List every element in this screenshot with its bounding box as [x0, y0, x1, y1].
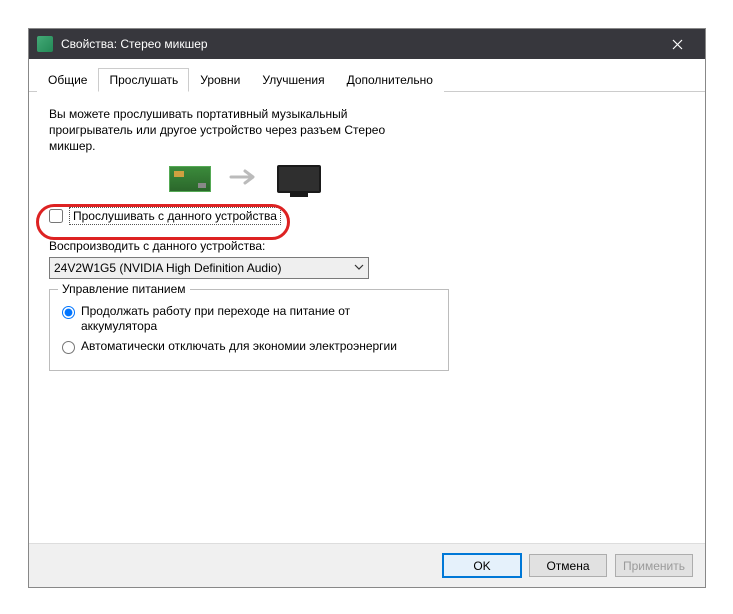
- listen-checkbox-row: Прослушивать с данного устройства: [49, 207, 685, 225]
- tab-strip: Общие Прослушать Уровни Улучшения Дополн…: [29, 59, 705, 92]
- power-radio-continue[interactable]: [62, 306, 75, 319]
- tab-advanced[interactable]: Дополнительно: [336, 68, 444, 92]
- window-title: Свойства: Стерео микшер: [61, 37, 657, 51]
- listen-description: Вы можете прослушивать портативный музык…: [49, 106, 429, 155]
- apply-button-label: Применить: [623, 559, 685, 573]
- sound-device-icon: [37, 36, 53, 52]
- tab-advanced-label: Дополнительно: [347, 73, 433, 87]
- close-icon: [672, 39, 683, 50]
- chevron-down-icon: [354, 261, 364, 275]
- tab-enhancements[interactable]: Улучшения: [251, 68, 335, 92]
- cancel-button[interactable]: Отмена: [529, 554, 607, 577]
- listen-checkbox[interactable]: [49, 209, 63, 223]
- titlebar: Свойства: Стерео микшер: [29, 29, 705, 59]
- tab-general-label: Общие: [48, 73, 87, 87]
- power-option-continue-row: Продолжать работу при переходе на питани…: [62, 304, 436, 335]
- tab-content: Вы можете прослушивать портативный музык…: [29, 92, 705, 385]
- tab-levels[interactable]: Уровни: [189, 68, 251, 92]
- apply-button[interactable]: Применить: [615, 554, 693, 577]
- tab-levels-label: Уровни: [200, 73, 240, 87]
- power-option-autooff-row: Автоматически отключать для экономии эле…: [62, 339, 436, 355]
- device-illustration: [49, 165, 685, 193]
- tab-general[interactable]: Общие: [37, 68, 98, 92]
- monitor-icon: [277, 165, 321, 193]
- cancel-button-label: Отмена: [546, 559, 589, 573]
- arrow-right-icon: [229, 167, 259, 190]
- sound-card-icon: [169, 166, 211, 192]
- play-through-label: Воспроизводить с данного устройства:: [49, 239, 685, 253]
- playback-device-dropdown[interactable]: 24V2W1G5 (NVIDIA High Definition Audio): [49, 257, 369, 279]
- ok-button[interactable]: OK: [443, 554, 521, 577]
- tab-listen[interactable]: Прослушать: [98, 68, 189, 92]
- power-radio-autooff-label[interactable]: Автоматически отключать для экономии эле…: [81, 339, 397, 355]
- tab-listen-label: Прослушать: [109, 73, 178, 87]
- tab-enhancements-label: Улучшения: [262, 73, 324, 87]
- dialog-window: Свойства: Стерео микшер Общие Прослушать…: [28, 28, 706, 588]
- listen-checkbox-label[interactable]: Прослушивать с данного устройства: [69, 207, 281, 225]
- close-button[interactable]: [657, 29, 697, 59]
- playback-device-selected: 24V2W1G5 (NVIDIA High Definition Audio): [54, 261, 281, 275]
- power-group-legend: Управление питанием: [58, 282, 190, 296]
- ok-button-label: OK: [473, 559, 490, 573]
- dialog-button-bar: OK Отмена Применить: [29, 543, 705, 587]
- power-radio-autooff[interactable]: [62, 341, 75, 354]
- power-management-group: Управление питанием Продолжать работу пр…: [49, 289, 449, 372]
- power-radio-continue-label[interactable]: Продолжать работу при переходе на питани…: [81, 304, 421, 335]
